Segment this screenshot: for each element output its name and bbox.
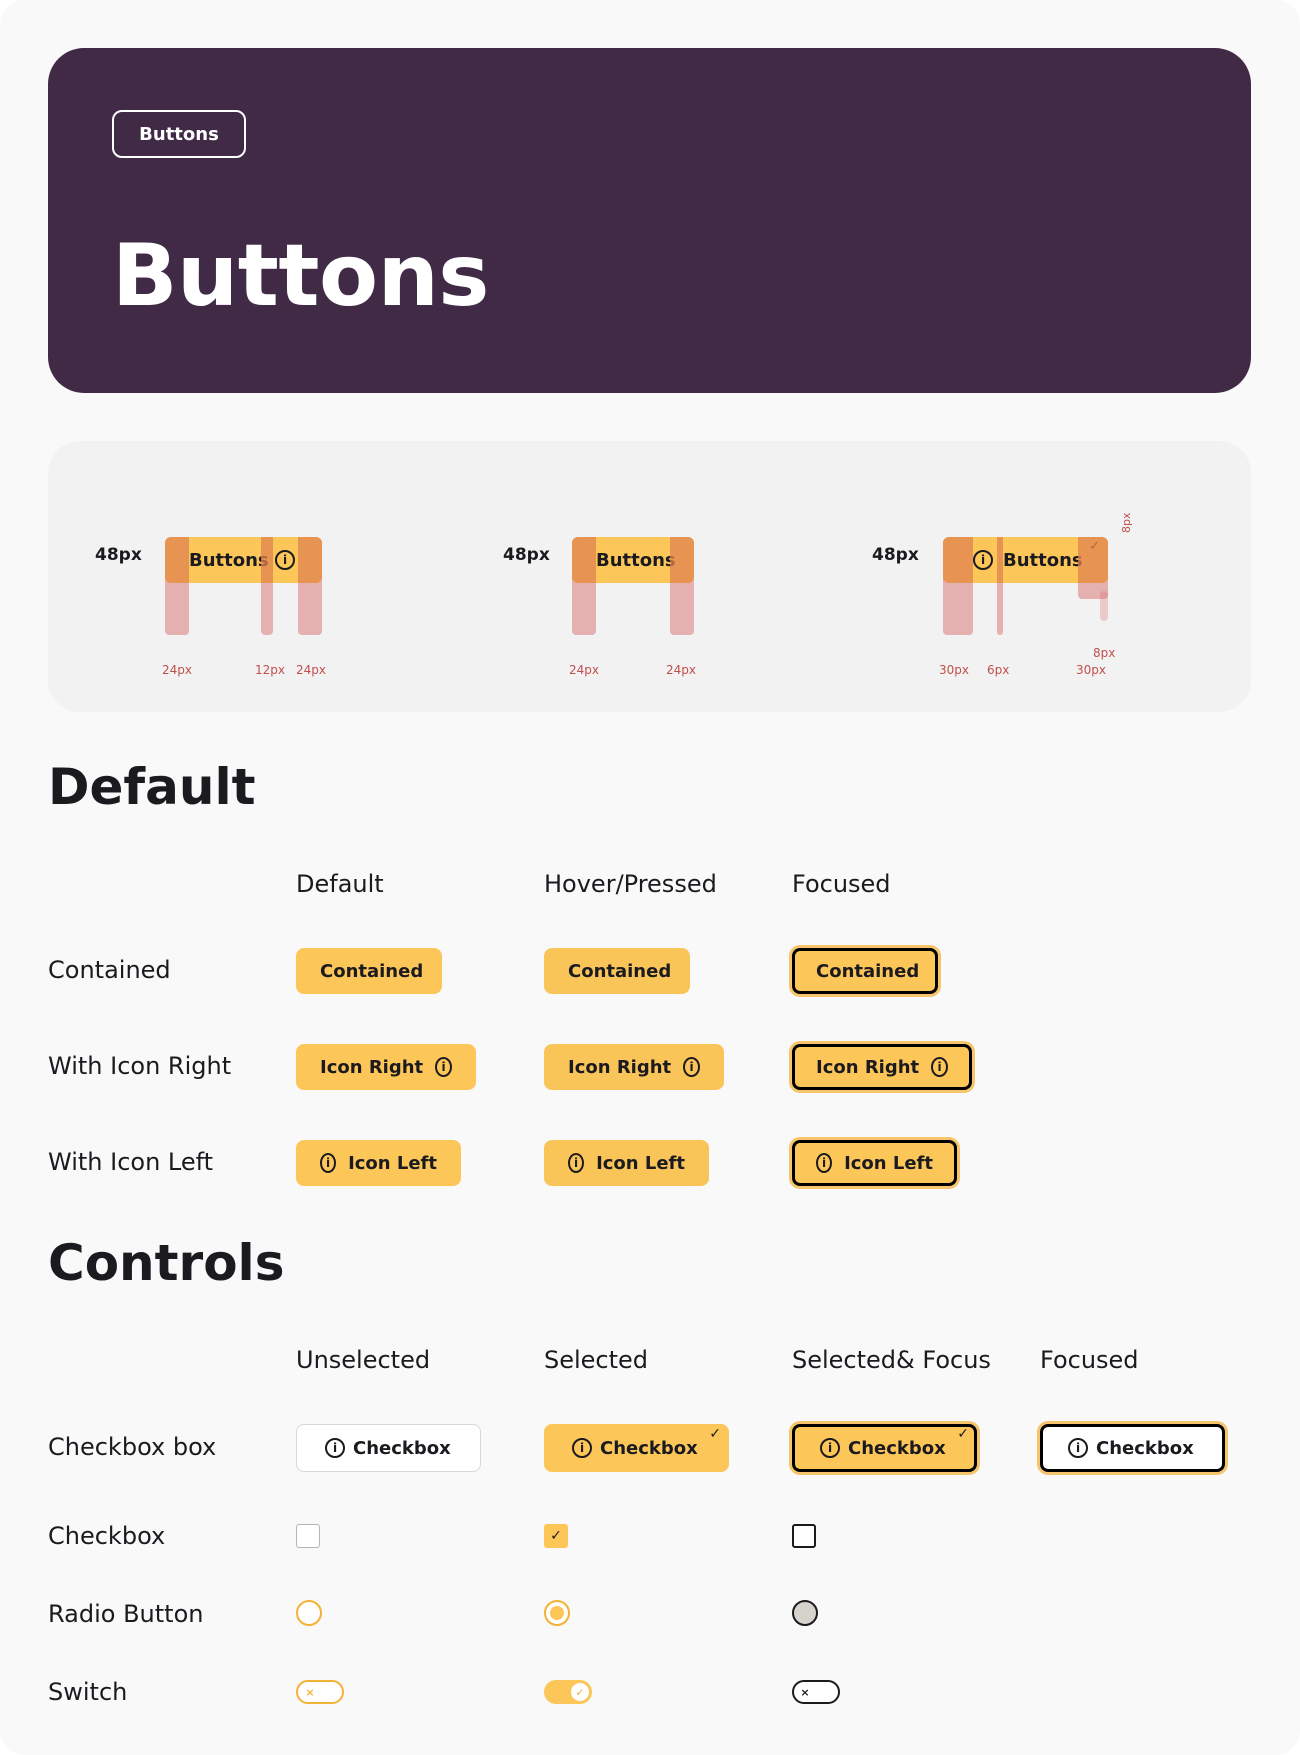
button-label: Contained (320, 960, 424, 982)
margin-label: 30px (939, 663, 969, 677)
column-header: Selected& Focus (792, 1346, 991, 1374)
padding-highlight (670, 537, 694, 583)
button-label: Icon Right (816, 1056, 920, 1078)
check-icon: ✓ (709, 1426, 721, 1442)
button-anatomy-panel: 48px Buttons i 24px 12px 24px 48px Butto… (48, 441, 1251, 712)
row-label: Checkbox box (48, 1433, 217, 1461)
row-label: Radio Button (48, 1600, 204, 1628)
info-icon: i (683, 1057, 700, 1077)
button-label: Icon Right (568, 1056, 672, 1078)
anatomy-button-label: Buttons (596, 549, 676, 571)
icon-left-button[interactable]: i Icon Left (296, 1140, 461, 1186)
checkbox-selected[interactable]: ✓ (544, 1524, 568, 1548)
radio-selected[interactable] (544, 1600, 570, 1626)
height-label: 48px (95, 545, 142, 565)
row-label: With Icon Right (48, 1052, 232, 1080)
padding-highlight (298, 537, 322, 583)
switch-focused[interactable]: × (792, 1680, 840, 1704)
info-icon: i (820, 1438, 840, 1458)
margin-label: 8px (1120, 512, 1133, 534)
checkbox-box-unselected[interactable]: i Checkbox (296, 1424, 481, 1472)
close-icon: × (301, 1683, 319, 1701)
hero-badge[interactable]: Buttons (112, 110, 246, 158)
anatomy-button-label: Buttons (189, 549, 269, 571)
contained-button[interactable]: Contained (296, 948, 442, 994)
button-label: Icon Left (844, 1152, 933, 1174)
button-label: Icon Left (348, 1152, 437, 1174)
button-label: Icon Right (320, 1056, 424, 1078)
anatomy-button-label: Buttons (1003, 549, 1083, 571)
column-header: Focused (792, 870, 891, 898)
padding-highlight (572, 537, 596, 583)
checkbox-unselected[interactable] (296, 1524, 320, 1548)
height-label: 48px (872, 545, 919, 565)
padding-highlight (1078, 537, 1108, 583)
check-icon: ✓ (550, 1528, 562, 1544)
padding-highlight (943, 537, 973, 583)
checkbox-label: Checkbox (848, 1437, 946, 1459)
info-icon: i (973, 550, 993, 570)
gap-highlight (997, 537, 1003, 583)
margin-label: 24px (666, 663, 696, 677)
icon-right-button[interactable]: Icon Right i (296, 1044, 476, 1090)
margin-label: 30px (1076, 663, 1106, 677)
margin-label: 24px (569, 663, 599, 677)
margin-label: 12px (255, 663, 285, 677)
padding-highlight (165, 537, 189, 583)
checkbox-label: Checkbox (353, 1437, 451, 1459)
radio-unselected[interactable] (296, 1600, 322, 1626)
section-title-controls: Controls (48, 1234, 285, 1292)
column-header: Default (296, 870, 384, 898)
checkbox-label: Checkbox (1096, 1437, 1194, 1459)
switch-unselected[interactable]: × (296, 1680, 344, 1704)
page-title: Buttons (112, 226, 490, 326)
info-icon: i (568, 1153, 585, 1173)
margin-label: 8px (1093, 646, 1116, 660)
row-label: Contained (48, 956, 171, 984)
switch-selected[interactable]: ✓ (544, 1680, 592, 1704)
row-label: With Icon Left (48, 1148, 214, 1176)
column-header: Hover/Pressed (544, 870, 717, 898)
info-icon: i (1068, 1438, 1088, 1458)
gap-highlight (261, 537, 273, 583)
contained-button-hover[interactable]: Contained (544, 948, 690, 994)
margin-label: 24px (296, 663, 326, 677)
checkbox-box-selected-focused[interactable]: i Checkbox ✓ (792, 1424, 977, 1472)
radio-focused[interactable] (792, 1600, 818, 1626)
button-label: Contained (816, 960, 920, 982)
checkbox-box-selected[interactable]: i Checkbox ✓ (544, 1424, 729, 1472)
close-icon: × (796, 1683, 814, 1701)
margin-label: 6px (987, 663, 1010, 677)
checkbox-label: Checkbox (600, 1437, 698, 1459)
icon-right-button-focused[interactable]: Icon Right i (792, 1044, 972, 1090)
check-icon: ✓ (571, 1683, 589, 1701)
button-label: Contained (568, 960, 672, 982)
corner-marker (1100, 591, 1108, 621)
icon-right-button-hover[interactable]: Icon Right i (544, 1044, 724, 1090)
margin-label: 24px (162, 663, 192, 677)
icon-left-button-hover[interactable]: i Icon Left (544, 1140, 709, 1186)
hero-banner: Buttons Buttons (48, 48, 1251, 393)
height-label: 48px (503, 545, 550, 565)
contained-button-focused[interactable]: Contained (792, 948, 938, 994)
check-icon: ✓ (957, 1426, 969, 1442)
info-icon: i (435, 1057, 452, 1077)
info-icon: i (572, 1438, 592, 1458)
checkbox-box-focused[interactable]: i Checkbox (1040, 1424, 1225, 1472)
button-label: Icon Left (596, 1152, 685, 1174)
row-label: Checkbox (48, 1522, 166, 1550)
info-icon: i (816, 1153, 833, 1173)
section-title-default: Default (48, 758, 256, 816)
page: Buttons Buttons 48px Buttons i 24px 12px… (0, 0, 1300, 1755)
icon-left-button-focused[interactable]: i Icon Left (792, 1140, 957, 1186)
info-icon: i (275, 550, 295, 570)
checkbox-focused[interactable] (792, 1524, 816, 1548)
column-header: Unselected (296, 1346, 431, 1374)
info-icon: i (931, 1057, 948, 1077)
info-icon: i (325, 1438, 345, 1458)
row-label: Switch (48, 1678, 128, 1706)
column-header: Focused (1040, 1346, 1139, 1374)
column-header: Selected (544, 1346, 649, 1374)
info-icon: i (320, 1153, 337, 1173)
